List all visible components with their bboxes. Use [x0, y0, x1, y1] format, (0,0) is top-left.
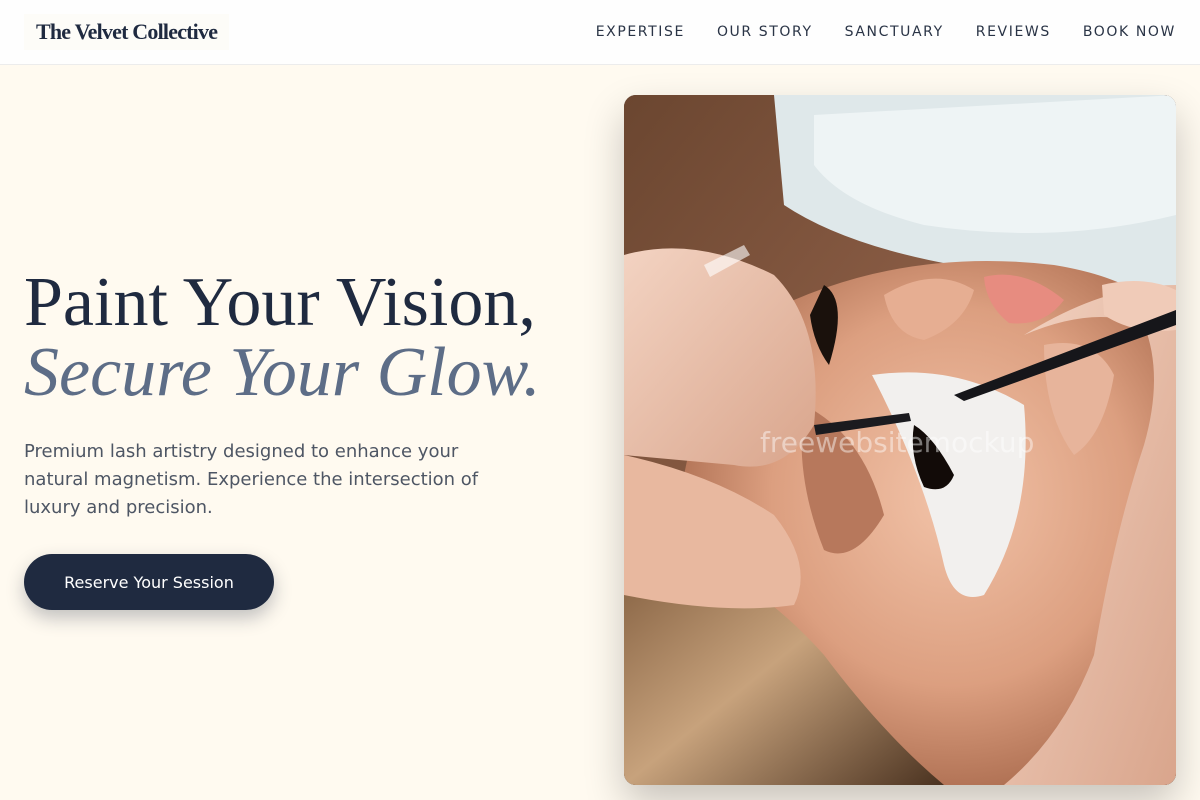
main-nav: EXPERTISE OUR STORY SANCTUARY REVIEWS BO… — [596, 0, 1176, 64]
nav-link-sanctuary[interactable]: SANCTUARY — [845, 24, 944, 40]
nav-link-book-now[interactable]: BOOK NOW — [1083, 24, 1176, 40]
lash-photo-illustration — [624, 95, 1176, 785]
hero-title-line1: Paint Your Vision, — [24, 264, 536, 341]
hero-title: Paint Your Vision, Secure Your Glow. — [24, 268, 604, 408]
hero-subtitle: Premium lash artistry designed to enhanc… — [24, 441, 479, 518]
nav-link-our-story[interactable]: OUR STORY — [717, 24, 813, 40]
reserve-session-button[interactable]: Reserve Your Session — [24, 554, 274, 610]
brand-logo[interactable]: The Velvet Collective — [24, 14, 230, 50]
nav-link-expertise[interactable]: EXPERTISE — [596, 24, 685, 40]
top-navbar: The Velvet Collective EXPERTISE OUR STOR… — [0, 0, 1200, 65]
hero-image: freewebsitemockup — [624, 95, 1176, 785]
nav-link-reviews[interactable]: REVIEWS — [976, 24, 1051, 40]
hero-title-line2: Secure Your Glow. — [24, 334, 541, 411]
